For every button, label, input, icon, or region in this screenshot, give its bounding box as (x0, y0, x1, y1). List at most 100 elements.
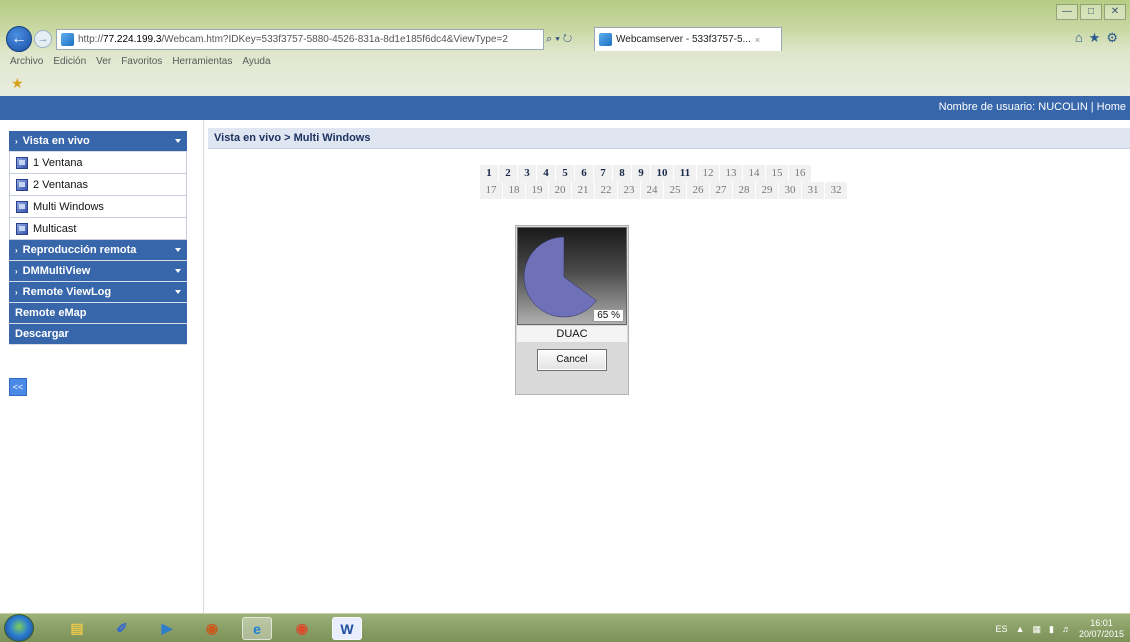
tab-favicon-icon (599, 33, 612, 46)
address-bar[interactable]: http://77.224.199.3/Webcam.htm?IDKey=533… (56, 29, 544, 50)
page-number-16[interactable]: 16 (789, 165, 811, 182)
close-button[interactable]: ✕ (1104, 4, 1126, 20)
window-icon (16, 156, 28, 169)
menu-archivo[interactable]: Archivo (10, 56, 43, 67)
bullet-icon: › (15, 136, 18, 146)
sidebar-section-viewlog[interactable]: › Remote ViewLog (9, 282, 187, 303)
explorer-icon[interactable]: ▤ (62, 617, 92, 640)
progress-label: 65 % (593, 309, 624, 322)
language-indicator[interactable]: ES (996, 624, 1008, 634)
sidebar-section-emap[interactable]: Remote eMap (9, 303, 187, 324)
sidebar-section-live[interactable]: › Vista en vivo (9, 131, 187, 152)
page-number-15[interactable]: 15 (766, 165, 788, 182)
sidebar-item-multi-windows[interactable]: Multi Windows (9, 196, 187, 218)
tab-title: Webcamserver - 533f3757-5... (616, 34, 751, 45)
page-number-7[interactable]: 7 (594, 165, 612, 182)
page-number-10[interactable]: 10 (651, 165, 673, 182)
page-number-20[interactable]: 20 (549, 182, 571, 199)
page-number-21[interactable]: 21 (572, 182, 594, 199)
cancel-button[interactable]: Cancel (537, 349, 607, 371)
page-number-14[interactable]: 14 (743, 165, 765, 182)
forward-button[interactable]: → (34, 30, 52, 48)
sidebar-section-download[interactable]: Descargar (9, 324, 187, 345)
menu-ver[interactable]: Ver (96, 56, 111, 67)
page-number-23[interactable]: 23 (618, 182, 640, 199)
page-number-29[interactable]: 29 (756, 182, 778, 199)
page-number-3[interactable]: 3 (518, 165, 536, 182)
progress-slice (523, 236, 597, 318)
multicast-icon (16, 222, 28, 235)
sidebar-item-2-ventanas[interactable]: 2 Ventanas (9, 174, 187, 196)
window-page-selector: 1 2 3 4 5 6 7 8 9 10 11 12 13 14 15 16 17 18 19 20 21 22 23 24… (480, 165, 870, 199)
page-number-1[interactable]: 1 (480, 165, 498, 182)
menu-edicion[interactable]: Edición (53, 56, 86, 67)
menu-bar: Archivo Edición Ver Favoritos Herramient… (10, 56, 271, 67)
maximize-button[interactable]: □ (1080, 4, 1102, 20)
browser-tab[interactable]: Webcamserver - 533f3757-5... × (594, 27, 782, 51)
page-number-19[interactable]: 19 (526, 182, 548, 199)
page-number-17[interactable]: 17 (480, 182, 502, 199)
page-number-9[interactable]: 9 (632, 165, 650, 182)
chrome-icon[interactable]: ◉ (287, 617, 317, 640)
volume-icon[interactable]: ♬ (1062, 624, 1071, 634)
favorites-star-icon[interactable]: ★ (11, 76, 24, 90)
minimize-button[interactable]: — (1056, 4, 1078, 20)
page-number-22[interactable]: 22 (595, 182, 617, 199)
sidebar-item-1-ventana[interactable]: 1 Ventana (9, 152, 187, 174)
start-button[interactable] (4, 614, 34, 642)
page-number-32[interactable]: 32 (825, 182, 847, 199)
menu-ayuda[interactable]: Ayuda (242, 56, 270, 67)
page-number-27[interactable]: 27 (710, 182, 732, 199)
camera-frame: 65 % (517, 227, 627, 325)
user-info: Nombre de usuario: NUCOLIN | Home (939, 101, 1126, 113)
address-tools[interactable]: ⌕ ▾ ↻ (546, 29, 590, 50)
tray-arrow-icon[interactable]: ▲ (1016, 624, 1025, 634)
media-player-icon[interactable]: ▶ (152, 617, 182, 640)
page-number-2[interactable]: 2 (499, 165, 517, 182)
main-content: Vista en vivo > Multi Windows 1234567891… (205, 120, 1130, 613)
clock[interactable]: 16:01 20/07/2015 (1079, 618, 1124, 640)
bullet-icon: › (15, 287, 18, 297)
sidebar-menu: › Vista en vivo 1 Ventana 2 Ventanas Mul… (9, 131, 187, 345)
page-number-28[interactable]: 28 (733, 182, 755, 199)
chevron-down-icon (175, 290, 181, 294)
page-number-25[interactable]: 25 (664, 182, 686, 199)
webcam-app-icon[interactable]: ◉ (197, 617, 227, 640)
page-number-12[interactable]: 12 (697, 165, 719, 182)
sidebar-item-multicast[interactable]: Multicast (9, 218, 187, 240)
back-button[interactable]: ← (6, 26, 32, 52)
page-number-30[interactable]: 30 (779, 182, 801, 199)
chevron-down-icon (175, 248, 181, 252)
page-number-24[interactable]: 24 (641, 182, 663, 199)
internet-explorer-icon[interactable]: e (242, 617, 272, 640)
page-number-13[interactable]: 13 (720, 165, 742, 182)
menu-herramientas[interactable]: Herramientas (172, 56, 232, 67)
home-link[interactable]: Home (1097, 101, 1126, 113)
battery-icon[interactable]: ▮ (1049, 624, 1054, 635)
page-number-26[interactable]: 26 (687, 182, 709, 199)
sidebar: › Vista en vivo 1 Ventana 2 Ventanas Mul… (0, 120, 204, 613)
sidebar-section-playback[interactable]: › Reproducción remota (9, 240, 187, 261)
multi-windows-icon (16, 200, 28, 213)
page-number-18[interactable]: 18 (503, 182, 525, 199)
collapse-sidebar-button[interactable]: << (9, 378, 27, 396)
page-number-6[interactable]: 6 (575, 165, 593, 182)
menu-favoritos[interactable]: Favoritos (121, 56, 162, 67)
sidebar-section-dmmultiview[interactable]: › DMMultiView (9, 261, 187, 282)
page-row-2: 17 18 19 20 21 22 23 24 25 26 27 28 29 30 31 32 (480, 182, 870, 199)
network-icon[interactable]: ▦ (1032, 624, 1041, 635)
page-number-11[interactable]: 11 (674, 165, 696, 182)
breadcrumb: Vista en vivo > Multi Windows (208, 128, 1130, 149)
clock-time: 16:01 (1090, 618, 1113, 628)
section-label: Descargar (15, 328, 69, 340)
home-favorites-settings-icons[interactable]: ⌂★⚙ (1075, 30, 1124, 46)
tab-close-icon[interactable]: × (755, 35, 760, 45)
page-number-31[interactable]: 31 (802, 182, 824, 199)
paint-icon[interactable]: ✐ (107, 617, 137, 640)
page-icon (61, 33, 74, 46)
word-icon[interactable]: W (332, 617, 362, 640)
section-label: Remote ViewLog (22, 286, 112, 298)
page-number-8[interactable]: 8 (613, 165, 631, 182)
page-number-4[interactable]: 4 (537, 165, 555, 182)
page-number-5[interactable]: 5 (556, 165, 574, 182)
